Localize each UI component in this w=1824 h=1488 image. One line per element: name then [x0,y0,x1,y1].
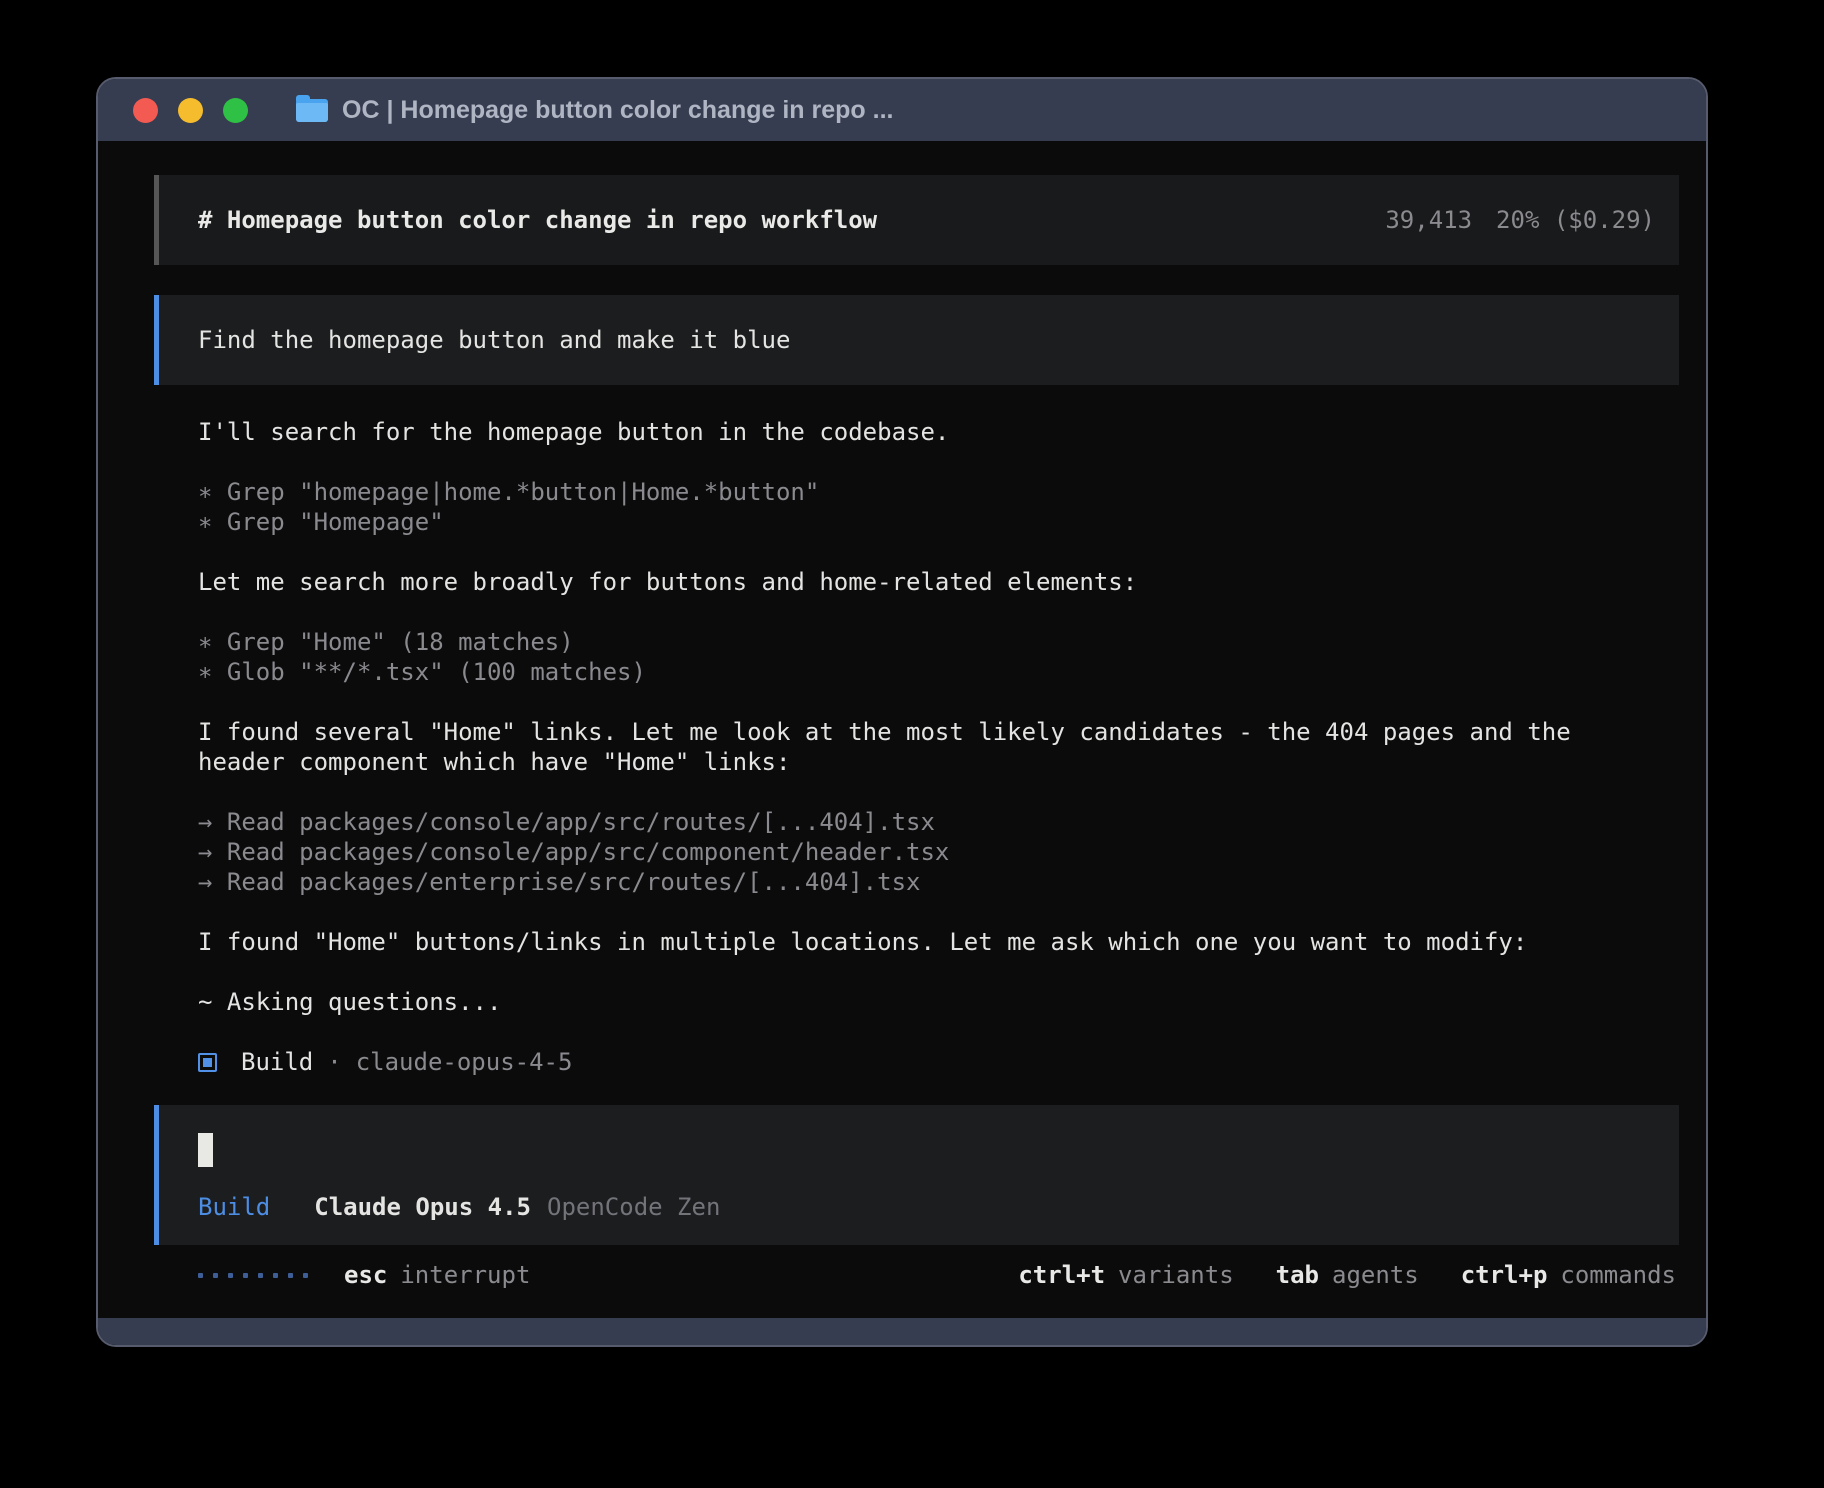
user-message-text: Find the homepage button and make it blu… [198,326,790,354]
esc-keyhint-label: interrupt [400,1261,530,1289]
window-bottom-strip [98,1318,1706,1347]
assistant-text: header component which have "Home" links… [198,747,1698,777]
commands-keyhint: ctrl+p commands [1461,1261,1676,1289]
ctrl-t-key: ctrl+t [1018,1261,1105,1289]
input-agent-label[interactable]: Build [198,1193,270,1221]
context-usage: 20% ($0.29) [1496,206,1655,234]
input-meta-row: Build Claude Opus 4.5 OpenCode Zen [198,1193,1679,1221]
assistant-text: Let me search more broadly for buttons a… [198,567,1698,597]
window-title: OC | Homepage button color change in rep… [342,96,893,125]
agent-build-icon [198,1053,217,1072]
assistant-transcript: I'll search for the homepage button in t… [198,417,1698,1077]
variants-label: variants [1118,1261,1234,1289]
user-message: Find the homepage button and make it blu… [154,295,1679,385]
minimize-button[interactable] [178,98,203,123]
folder-icon [296,99,328,122]
window-titlebar[interactable]: OC | Homepage button color change in rep… [98,79,1706,141]
agents-keyhint: tab agents [1276,1261,1419,1289]
session-stats: 39,413 20% ($0.29) [1385,206,1655,234]
commands-label: commands [1560,1261,1676,1289]
assistant-text: I found several "Home" links. Let me loo… [198,717,1698,747]
tool-call-read: → Read packages/enterprise/src/routes/[.… [198,867,1698,897]
tool-call-grep: ∗ Grep "Home" (18 matches) [198,627,1698,657]
input-model-label[interactable]: Claude Opus 4.5 [314,1193,531,1221]
status-right: ctrl+t variants tab agents ctrl+p comman… [1018,1261,1676,1289]
status-bar: esc interrupt ctrl+t variants tab agents… [198,1259,1676,1291]
zoom-button[interactable] [223,98,248,123]
agent-status-row: Build · claude-opus-4-5 [198,1047,1698,1077]
text-cursor [198,1133,213,1167]
esc-keyhint: esc [344,1261,387,1289]
tool-call-read: → Read packages/console/app/src/componen… [198,837,1698,867]
tool-call-grep: ∗ Grep "Homepage" [198,507,1698,537]
tool-call-grep: ∗ Grep "homepage|home.*button|Home.*butt… [198,477,1698,507]
tool-call-glob: ∗ Glob "**/*.tsx" (100 matches) [198,657,1698,687]
agents-label: agents [1332,1261,1419,1289]
agent-model: claude-opus-4-5 [356,1047,573,1077]
input-provider-label: OpenCode Zen [547,1193,720,1221]
working-spinner-icon [198,1273,318,1278]
agent-name: Build [241,1047,313,1077]
variants-keyhint: ctrl+t variants [1018,1261,1233,1289]
tab-key: tab [1276,1261,1319,1289]
token-count: 39,413 [1385,206,1472,234]
asking-questions-status: ~ Asking questions... [198,987,1698,1017]
status-left: esc interrupt [198,1261,530,1289]
ctrl-p-key: ctrl+p [1461,1261,1548,1289]
tool-call-read: → Read packages/console/app/src/routes/[… [198,807,1698,837]
session-title: # Homepage button color change in repo w… [198,206,877,234]
assistant-text: I found "Home" buttons/links in multiple… [198,927,1698,957]
close-button[interactable] [133,98,158,123]
separator-dot: · [327,1047,341,1077]
assistant-text: I'll search for the homepage button in t… [198,417,1698,447]
prompt-input[interactable]: Build Claude Opus 4.5 OpenCode Zen [154,1105,1679,1245]
session-header: # Homepage button color change in repo w… [154,175,1679,265]
terminal-window: OC | Homepage button color change in rep… [96,77,1708,1347]
